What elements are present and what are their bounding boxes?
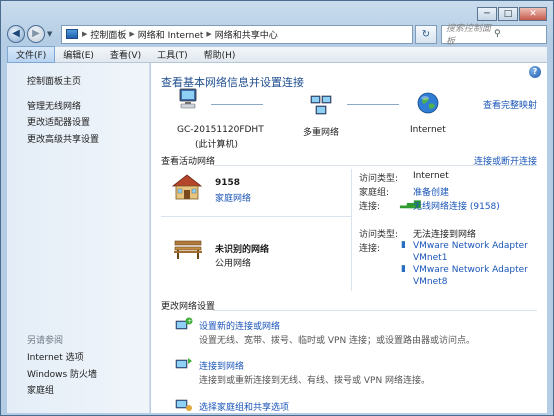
- menu-bar: 文件(F) 编辑(E) 查看(V) 工具(T) 帮助(H): [7, 46, 547, 63]
- connect-to-network-desc: 连接到或重新连接到无线、有线、拨号或 VPN 网络连接。: [199, 376, 431, 386]
- connection-label: 连接:: [359, 202, 381, 212]
- help-icon[interactable]: ?: [529, 66, 541, 78]
- search-placeholder: 搜索控制面板: [446, 24, 492, 47]
- access-type-label-2: 访问类型:: [359, 230, 399, 240]
- access-type-value-2: 无法连接到网络: [413, 230, 477, 240]
- refresh-button[interactable]: ↻: [415, 24, 437, 44]
- map-internet: Internet: [410, 125, 446, 135]
- access-type-value: Internet: [413, 171, 449, 181]
- menu-edit[interactable]: 编辑(E): [55, 47, 102, 62]
- control-panel-icon: [66, 29, 78, 39]
- svg-text:+: +: [187, 318, 192, 325]
- maximize-button[interactable]: □: [498, 7, 518, 21]
- map-computer-sub: (此计算机): [195, 140, 239, 150]
- column-divider: [351, 169, 352, 229]
- network-name: 9158: [215, 178, 241, 188]
- sidebar-item-control-panel-home[interactable]: 控制面板主页: [27, 74, 81, 87]
- sidebar-item-adapter-settings[interactable]: 更改适配器设置: [27, 115, 90, 128]
- homegroup-label: 家庭组:: [359, 188, 390, 198]
- network-separator: [161, 216, 351, 217]
- map-multiple-networks: 多重网络: [303, 128, 340, 138]
- map-link-line: [211, 104, 263, 105]
- column-divider: [351, 221, 352, 291]
- window: ─ □ ✕ ◀ ▶ ▼ ▶ 控制面板 ▶ 网络和 Internet ▶ 网络和共…: [0, 0, 554, 416]
- vmware-adapter-8-link[interactable]: VMware Network Adapter: [413, 265, 528, 275]
- menu-view[interactable]: 查看(V): [102, 47, 149, 62]
- left-pane: 控制面板主页 管理无线网络 更改适配器设置 更改高级共享设置 另请参阅 Inte…: [7, 63, 150, 413]
- home-network-icon: [171, 173, 203, 201]
- public-network-type: 公用网络: [215, 259, 252, 269]
- navigation-bar: ◀ ▶ ▼ ▶ 控制面板 ▶ 网络和 Internet ▶ 网络和共享中心 ↻ …: [7, 23, 547, 47]
- internet-globe-icon: [417, 92, 439, 114]
- setup-new-connection-desc: 设置无线、宽带、拨号、临时或 VPN 连接；或设置路由器或访问点。: [199, 336, 476, 346]
- sidebar-item-homegroup[interactable]: 家庭组: [27, 383, 54, 396]
- sidebar-item-windows-firewall[interactable]: Windows 防火墙: [27, 367, 97, 380]
- computer-icon: [177, 88, 201, 110]
- wireless-connection-link[interactable]: 无线网络连接 (9158): [413, 199, 500, 212]
- adapter-icon: ▮: [401, 264, 406, 274]
- search-icon: ⚲: [494, 29, 501, 39]
- search-input[interactable]: 搜索控制面板 ⚲: [441, 24, 547, 47]
- close-button[interactable]: ✕: [519, 7, 547, 21]
- connection-label-2: 连接:: [359, 244, 381, 254]
- access-type-label: 访问类型:: [359, 174, 399, 184]
- menu-file[interactable]: 文件(F): [7, 46, 56, 63]
- sidebar-item-advanced-sharing[interactable]: 更改高级共享设置: [27, 132, 99, 145]
- section-divider: [213, 310, 537, 311]
- breadcrumb-network-internet[interactable]: 网络和 Internet: [138, 28, 204, 41]
- vmnet8-link[interactable]: VMnet8: [413, 277, 447, 287]
- see-also-heading: 另请参阅: [27, 336, 64, 346]
- menu-help[interactable]: 帮助(H): [196, 47, 244, 62]
- caption-buttons: ─ □ ✕: [477, 7, 547, 21]
- map-link-line: [347, 104, 399, 105]
- unidentified-network-name: 未识别的网络: [215, 245, 270, 255]
- breadcrumb-network-sharing-center[interactable]: 网络和共享中心: [215, 28, 278, 41]
- homegroup-sharing-icon: [175, 397, 193, 413]
- connect-to-network-link[interactable]: 连接到网络: [199, 359, 244, 372]
- network-icon: [309, 94, 333, 116]
- map-computer-name: GC-20151120FDHT: [177, 125, 264, 135]
- menu-tools[interactable]: 工具(T): [149, 47, 196, 62]
- bench-icon: [173, 238, 203, 260]
- new-connection-icon: +: [175, 317, 193, 333]
- change-settings-header: 更改网络设置: [161, 302, 216, 312]
- homegroup-link[interactable]: 准备创建: [413, 185, 449, 198]
- network-type-link[interactable]: 家庭网络: [215, 191, 251, 204]
- view-full-map-link[interactable]: 查看完整映射: [483, 98, 537, 111]
- setup-new-connection-link[interactable]: 设置新的连接或网络: [199, 319, 280, 332]
- connect-to-network-icon: [175, 356, 193, 372]
- vmnet1-link[interactable]: VMnet1: [413, 253, 447, 263]
- address-bar[interactable]: ▶ 控制面板 ▶ 网络和 Internet ▶ 网络和共享中心: [61, 24, 413, 44]
- vmware-adapter-1-link[interactable]: VMware Network Adapter: [413, 241, 528, 251]
- forward-button[interactable]: ▶: [27, 25, 45, 43]
- section-divider: [213, 165, 537, 166]
- minimize-button[interactable]: ─: [477, 7, 497, 21]
- back-button[interactable]: ◀: [7, 25, 25, 43]
- homegroup-sharing-link[interactable]: 选择家庭组和共享选项: [199, 400, 289, 413]
- sidebar-item-internet-options[interactable]: Internet 选项: [27, 350, 84, 363]
- active-networks-header: 查看活动网络: [161, 157, 216, 167]
- sidebar-item-manage-wireless[interactable]: 管理无线网络: [27, 99, 81, 112]
- adapter-icon: ▮: [401, 240, 406, 250]
- main-pane: ? 查看基本网络信息并设置连接 查看完整映射 GC-20151120FDHT (…: [151, 63, 547, 413]
- recent-pages-dropdown-icon[interactable]: ▼: [47, 30, 57, 38]
- breadcrumb-control-panel[interactable]: 控制面板: [90, 28, 126, 41]
